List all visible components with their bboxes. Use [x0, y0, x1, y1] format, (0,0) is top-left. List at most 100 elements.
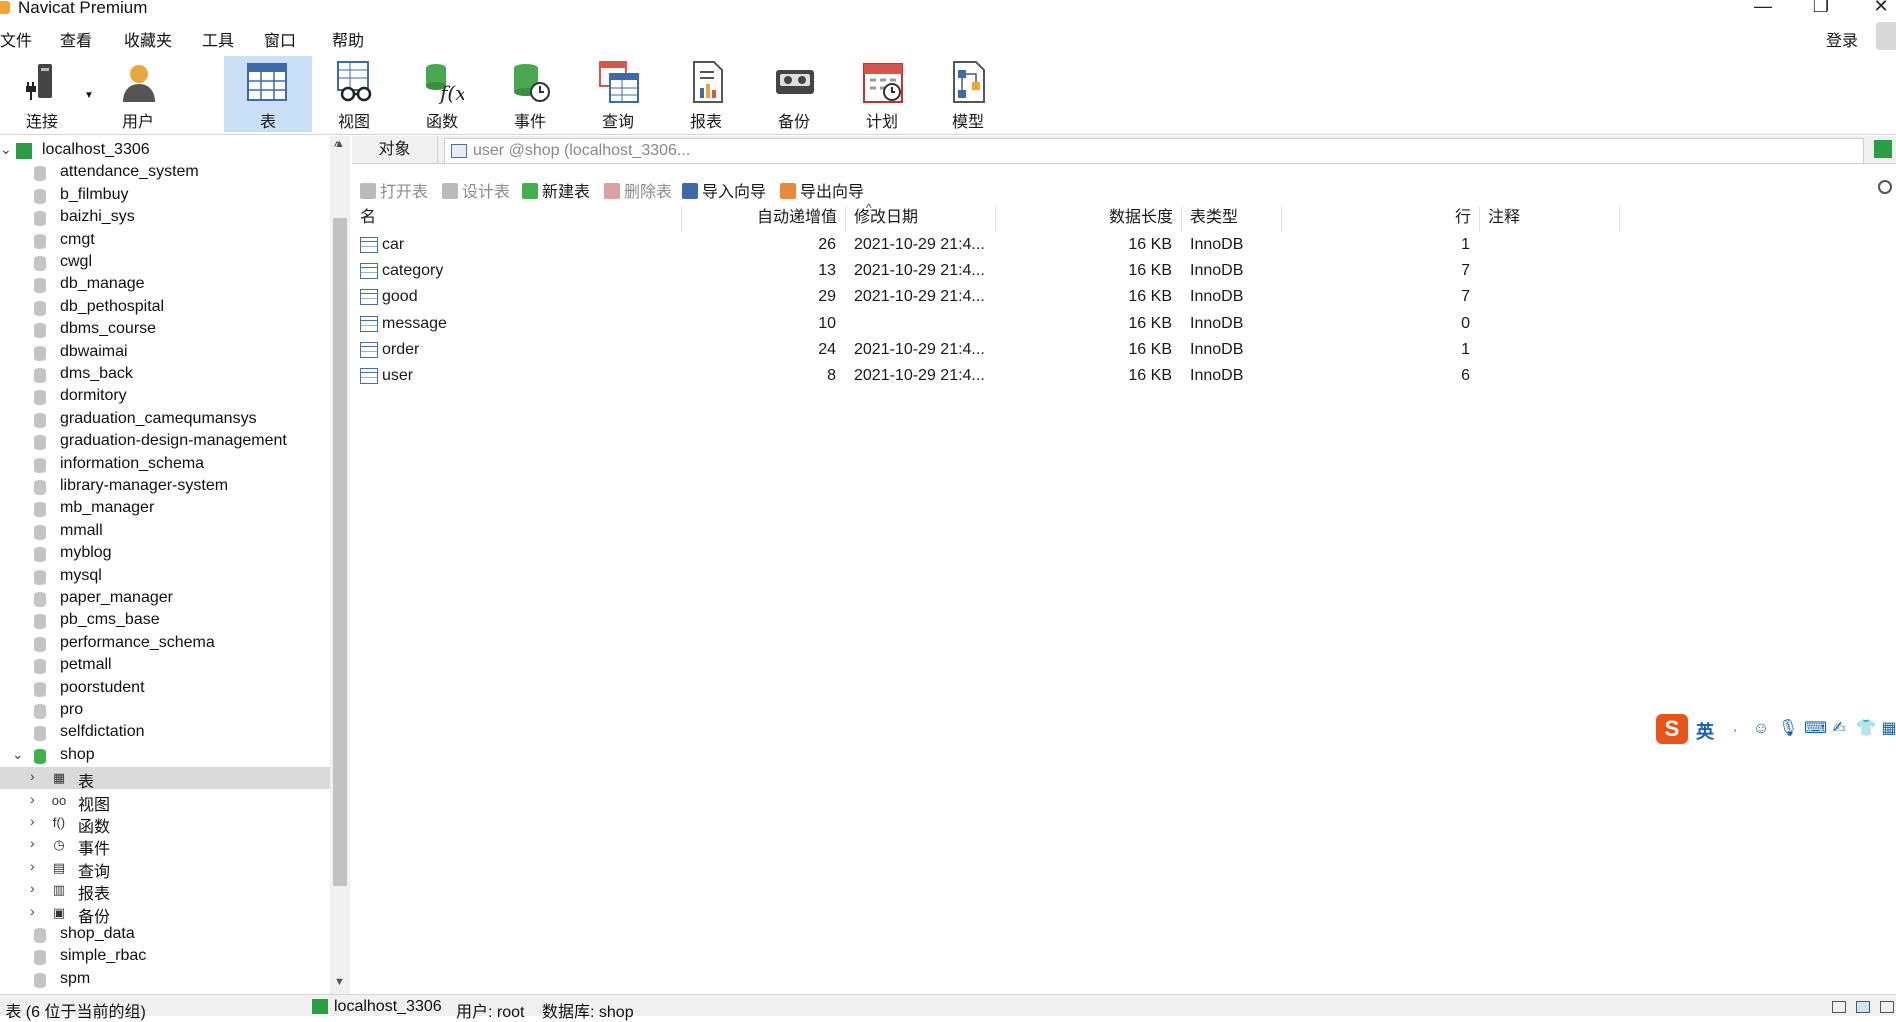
toolbar-event-button[interactable]: 事件: [488, 56, 572, 132]
toolbar-function-button[interactable]: f(x) 函数: [400, 56, 484, 132]
grid-view-icon[interactable]: [1832, 1001, 1846, 1013]
open-table-button[interactable]: 打开表: [360, 178, 428, 201]
table-row[interactable]: user 8 2021-10-29 21:4... 16 KB InnoDB 6: [352, 363, 1896, 389]
menu-window[interactable]: 窗口: [264, 27, 296, 51]
keyboard-icon[interactable]: ⌨: [1804, 720, 1827, 738]
chevron-right-icon[interactable]: ›: [30, 858, 35, 874]
new-table-button[interactable]: 新建表: [522, 178, 590, 201]
tree-db-petmall[interactable]: petmall: [0, 655, 330, 677]
table-row[interactable]: car 26 2021-10-29 21:4... 16 KB InnoDB 1: [352, 232, 1896, 258]
toolbar-model-button[interactable]: 模型: [926, 56, 1010, 132]
col-auto-increment-header[interactable]: 自动递增值: [682, 206, 846, 232]
chevron-right-icon[interactable]: ›: [30, 880, 35, 896]
tree-db-attendance_system[interactable]: attendance_system: [0, 162, 330, 184]
tree-db-selfdictation[interactable]: selfdictation: [0, 722, 330, 744]
tree-db-b_filmbuy[interactable]: b_filmbuy: [0, 185, 330, 207]
handwriting-icon[interactable]: ✍: [1830, 720, 1848, 738]
chevron-right-icon[interactable]: ›: [30, 813, 35, 829]
tree-db-pb_cms_base[interactable]: pb_cms_base: [0, 610, 330, 632]
tree-shop-backup[interactable]: › ▣ 备份: [0, 902, 330, 926]
design-table-button[interactable]: 设计表: [442, 178, 510, 201]
col-modified-date-header[interactable]: 修改日期: [846, 206, 996, 232]
toolbar-view-button[interactable]: 视图: [312, 56, 396, 132]
menu-file[interactable]: 文件: [0, 27, 32, 51]
skin-icon[interactable]: 👕: [1856, 720, 1876, 738]
tree-db-spm[interactable]: spm: [0, 969, 330, 991]
tree-shop-view[interactable]: › oo 视图: [0, 790, 330, 814]
tree-db-graduation_camequmansys[interactable]: graduation_camequmansys: [0, 409, 330, 431]
chevron-down-icon[interactable]: ⌄: [0, 141, 12, 158]
punctuation-icon[interactable]: ˒: [1726, 720, 1744, 738]
tree-shop-report[interactable]: › ▥ 报表: [0, 879, 330, 903]
menu-grid-icon[interactable]: ▦: [1880, 720, 1896, 738]
sidebar-scrollbar[interactable]: ▲ ▼: [330, 136, 350, 994]
menu-tools[interactable]: 工具: [202, 27, 234, 51]
tree-db-cmgt[interactable]: cmgt: [0, 230, 330, 252]
tab-table-user[interactable]: user @shop (localhost_3306...: [444, 138, 1864, 164]
col-engine-header[interactable]: 表类型: [1182, 206, 1282, 232]
tree-db-mb_manager[interactable]: mb_manager: [0, 498, 330, 520]
ime-mode-toggle[interactable]: 英: [1696, 718, 1714, 744]
tree-db-dbwaimai[interactable]: dbwaimai: [0, 342, 330, 364]
tree-db-shop[interactable]: ⌄ shop: [0, 745, 330, 767]
list-view-icon[interactable]: [1856, 1001, 1870, 1013]
col-name-header[interactable]: 名: [352, 206, 682, 232]
tree-connection[interactable]: ⌄ localhost_3306: [0, 140, 330, 162]
chevron-right-icon[interactable]: ›: [30, 903, 35, 919]
login-link[interactable]: 登录: [1826, 27, 1858, 51]
sogou-logo-icon[interactable]: S: [1656, 714, 1688, 744]
tree-db-mmall[interactable]: mmall: [0, 521, 330, 543]
tree-shop-query[interactable]: › ▤ 查询: [0, 857, 330, 881]
microphone-icon[interactable]: 🎙: [1778, 720, 1798, 738]
scrollbar-thumb[interactable]: [333, 218, 347, 886]
search-icon[interactable]: [1878, 180, 1892, 194]
toolbar-backup-button[interactable]: 备份: [752, 56, 836, 132]
toolbar-connect-button[interactable]: 连接 ▼: [0, 56, 94, 132]
detail-view-icon[interactable]: [1880, 1001, 1894, 1013]
col-rows-header[interactable]: 行: [1282, 206, 1480, 232]
tree-db-paper_manager[interactable]: paper_manager: [0, 588, 330, 610]
table-row[interactable]: good 29 2021-10-29 21:4... 16 KB InnoDB 7: [352, 284, 1896, 310]
tree-shop-event[interactable]: › ◷ 事件: [0, 834, 330, 858]
collapse-up-icon[interactable]: ^: [334, 138, 341, 154]
table-row[interactable]: category 13 2021-10-29 21:4... 16 KB InnoDB 7: [352, 258, 1896, 284]
menu-favorites[interactable]: 收藏夹: [124, 27, 172, 51]
toolbar-report-button[interactable]: 报表: [664, 56, 748, 132]
close-button[interactable]: ✕: [1866, 0, 1896, 17]
tree-db-simple_rbac[interactable]: simple_rbac: [0, 946, 330, 968]
new-tab-icon[interactable]: [1874, 140, 1892, 158]
tree-db-graduation-design-management[interactable]: graduation-design-management: [0, 431, 330, 453]
col-comment-header[interactable]: 注释: [1480, 206, 1620, 232]
emoji-icon[interactable]: ☺: [1752, 720, 1770, 738]
tree-db-dbms_course[interactable]: dbms_course: [0, 319, 330, 341]
col-data-length-header[interactable]: 数据长度: [996, 206, 1182, 232]
tree-shop-function[interactable]: › f() 函数: [0, 812, 330, 836]
chevron-down-icon[interactable]: ▼: [84, 90, 94, 101]
chevron-down-icon[interactable]: ⌄: [12, 746, 24, 763]
tree-db-myblog[interactable]: myblog: [0, 543, 330, 565]
avatar[interactable]: [1876, 22, 1896, 50]
chevron-right-icon[interactable]: ›: [30, 768, 35, 784]
tree-db-pro[interactable]: pro: [0, 700, 330, 722]
toolbar-table-button[interactable]: 表: [224, 56, 312, 132]
tab-objects[interactable]: 对象: [352, 136, 438, 164]
toolbar-query-button[interactable]: 查询: [576, 56, 660, 132]
table-row[interactable]: order 24 2021-10-29 21:4... 16 KB InnoDB 1: [352, 337, 1896, 363]
toolbar-schedule-button[interactable]: 计划: [840, 56, 924, 132]
tree-shop-table[interactable]: › ▦ 表: [0, 767, 330, 791]
minimize-button[interactable]: —: [1748, 0, 1778, 17]
tree-db-dms_back[interactable]: dms_back: [0, 364, 330, 386]
menu-help[interactable]: 帮助: [332, 27, 364, 51]
tree-db-mysql[interactable]: mysql: [0, 566, 330, 588]
chevron-right-icon[interactable]: ›: [30, 791, 35, 807]
tree-db-dormitory[interactable]: dormitory: [0, 386, 330, 408]
tree-db-db_manage[interactable]: db_manage: [0, 274, 330, 296]
delete-table-button[interactable]: 删除表: [604, 178, 672, 201]
toolbar-user-button[interactable]: 用户: [96, 56, 180, 132]
tree-db-db_pethospital[interactable]: db_pethospital: [0, 297, 330, 319]
tree-db-library-manager-system[interactable]: library-manager-system: [0, 476, 330, 498]
tree-db-cwgl[interactable]: cwgl: [0, 252, 330, 274]
tree-db-shop_data[interactable]: shop_data: [0, 924, 330, 946]
chevron-right-icon[interactable]: ›: [30, 835, 35, 851]
menu-view[interactable]: 查看: [60, 27, 92, 51]
